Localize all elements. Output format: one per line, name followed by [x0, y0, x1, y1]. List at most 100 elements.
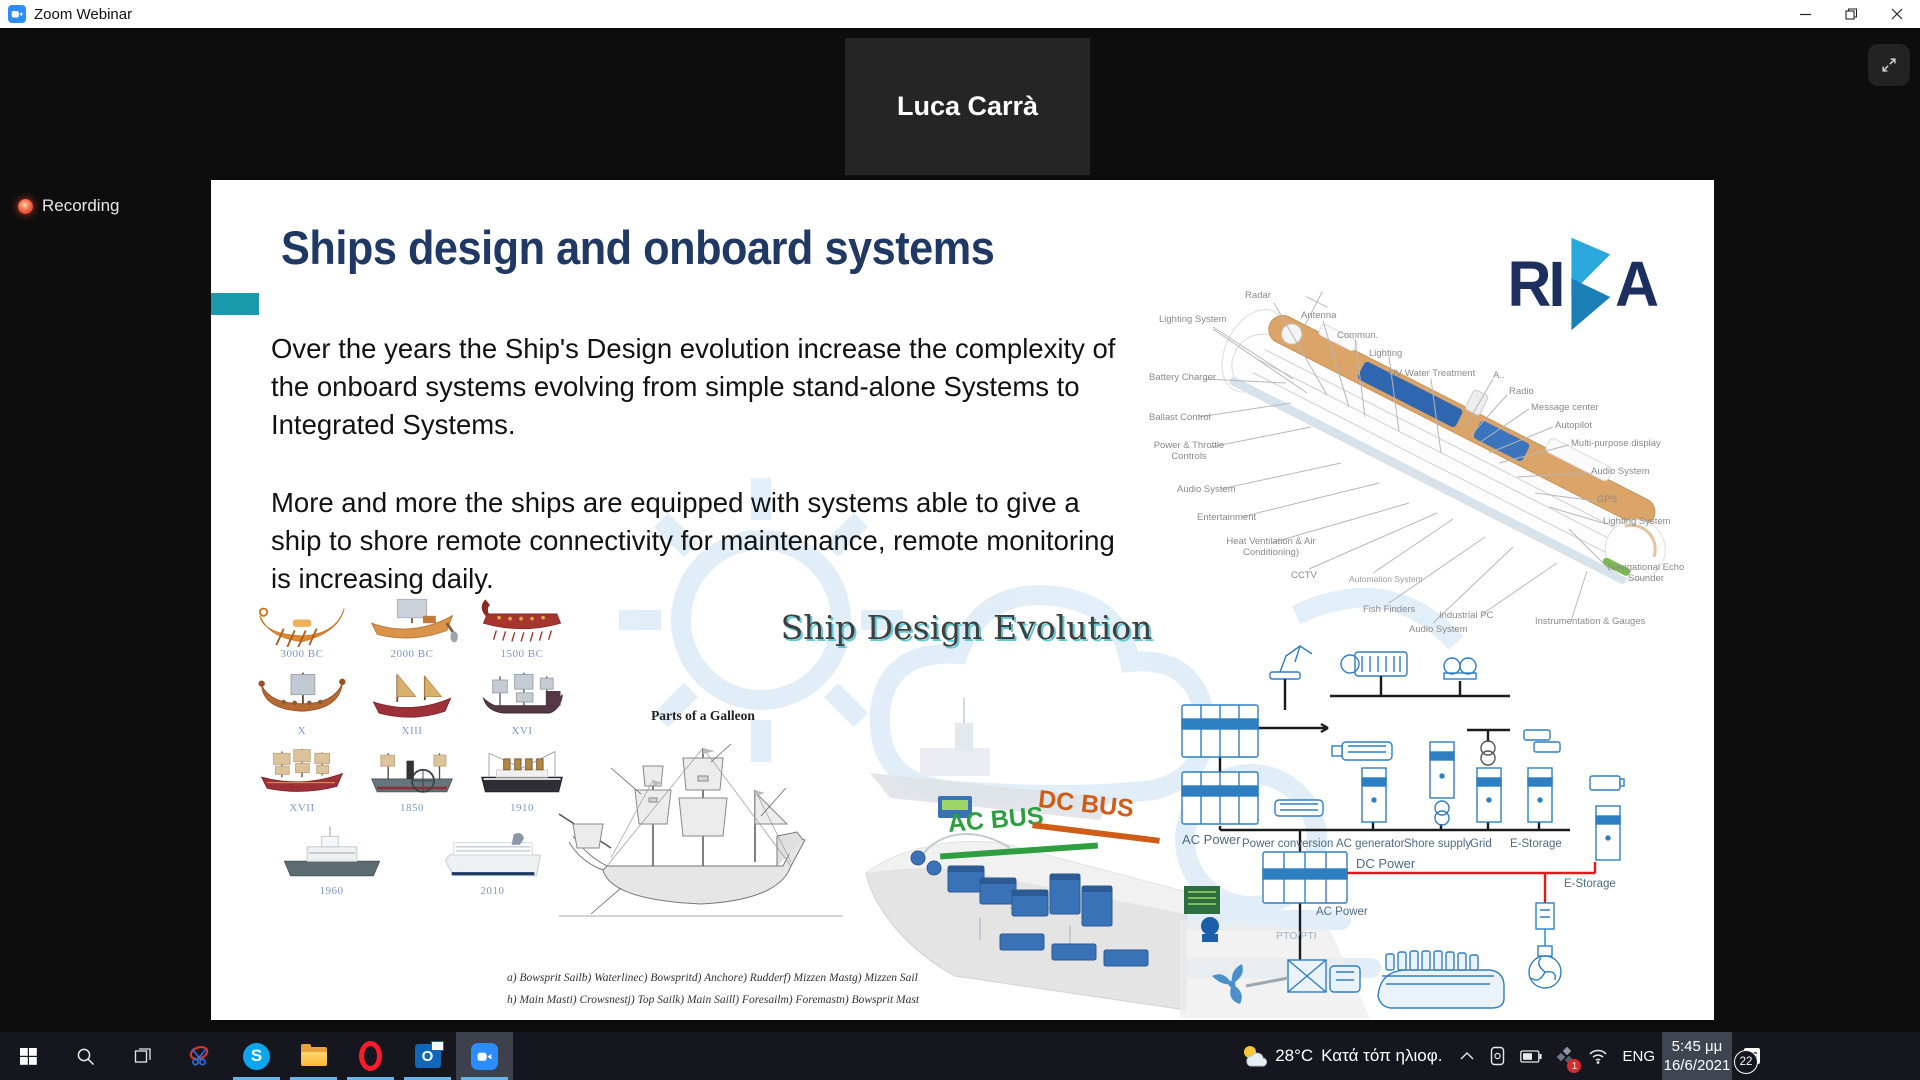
- callout-label: Fish Finders: [1363, 605, 1415, 616]
- restore-button[interactable]: [1828, 0, 1874, 28]
- callout-label: Lighting: [1369, 349, 1402, 360]
- ac-power-label: AC Power: [1316, 906, 1368, 918]
- rina-logo-letters-right: A: [1615, 252, 1656, 316]
- snipping-tool-button[interactable]: [171, 1032, 228, 1080]
- screen: Zoom Webinar Luca Carrà Recording: [0, 0, 1920, 1080]
- speaker-name: Luca Carrà: [897, 91, 1038, 122]
- power-label: E-Storage: [1510, 838, 1562, 850]
- callout-label: Audio System: [1591, 467, 1650, 478]
- era-label: 3000 BC: [281, 648, 324, 660]
- taskbar-clock[interactable]: 5:45 μμ 16/6/2021: [1662, 1032, 1732, 1080]
- legend-item: e) Rudder: [738, 972, 784, 984]
- era-label: 1910: [510, 802, 534, 814]
- legend-item: b) Waterline: [582, 972, 639, 984]
- callout-label: Battery Charger: [1149, 373, 1216, 384]
- device-icon: [1489, 1046, 1506, 1066]
- era-label: 1500 BC: [501, 648, 544, 660]
- galleon-drawing: [551, 728, 851, 958]
- language-indicator[interactable]: ENG: [1615, 1032, 1662, 1080]
- medieval-lateen-ship-icon: [366, 669, 458, 724]
- ship-design-evolution-heading: Ship Design Evolution: [709, 608, 1224, 647]
- callout-label: Entertainment: [1197, 513, 1256, 524]
- era-cell: 2000 BC: [361, 592, 463, 660]
- egyptian-sailboat-icon: [366, 592, 458, 647]
- tray-chevron-button[interactable]: [1452, 1032, 1482, 1080]
- windows-taskbar: S O 28°C Κατά τόπ ηλιοφ.: [0, 1032, 1920, 1080]
- callout-label: UV Water Treatment: [1389, 369, 1475, 380]
- era-cell: XVI: [471, 669, 573, 737]
- recording-label: Recording: [42, 196, 120, 216]
- legend-item: h) Main Mast: [507, 994, 570, 1006]
- skype-button[interactable]: S: [228, 1032, 285, 1080]
- task-view-button[interactable]: [114, 1032, 171, 1080]
- era-cell: X: [251, 669, 353, 737]
- era-cell: 2010: [418, 822, 568, 897]
- ancient-reed-boat-icon: [256, 592, 348, 647]
- your-phone-tray-icon[interactable]: [1482, 1032, 1513, 1080]
- era-label: 2000 BC: [391, 648, 434, 660]
- power-label: Power conversion: [1242, 838, 1333, 850]
- galleon-legend-row: h) Main Mast i) Crowsnest j) Top Sail k)…: [507, 994, 903, 1006]
- e-storage-label: E-Storage: [1564, 878, 1616, 890]
- legend-item: i) Crowsnest: [570, 994, 628, 1006]
- era-cell: XIII: [361, 669, 463, 737]
- callout-label: Lighting System: [1159, 315, 1227, 326]
- legend-item: k) Main Sail: [675, 994, 732, 1006]
- speaker-name-tile: Luca Carrà: [845, 38, 1090, 175]
- outlook-button[interactable]: O: [399, 1032, 456, 1080]
- power-diagram-drawing: [1180, 620, 1680, 1018]
- wifi-tray-icon[interactable]: [1581, 1032, 1615, 1080]
- legend-item: d) Anchor: [692, 972, 738, 984]
- action-center-button[interactable]: 22: [1732, 1032, 1772, 1080]
- power-system-diagram: AC Power Power conversion AC generator S…: [1180, 620, 1680, 1018]
- window-title: Zoom Webinar: [34, 6, 132, 23]
- minimize-button[interactable]: [1782, 0, 1828, 28]
- close-button[interactable]: [1874, 0, 1920, 28]
- era-label: X: [298, 725, 306, 737]
- battery-tray-icon[interactable]: [1513, 1032, 1549, 1080]
- rina-logo-n-icon: [1564, 236, 1614, 332]
- webinar-stage: Luca Carrà Recording S: [0, 28, 1920, 1032]
- envelope-icon: [431, 1041, 444, 1051]
- era-label: 1960: [320, 885, 344, 897]
- callout-label: A..: [1493, 371, 1505, 382]
- windows-logo-icon: [20, 1048, 37, 1065]
- era-cell: XVII: [251, 746, 353, 814]
- start-button[interactable]: [0, 1032, 57, 1080]
- file-explorer-icon: [301, 1047, 327, 1066]
- callout-label: Ballast Control: [1149, 413, 1211, 424]
- callout-label: Commun.: [1337, 331, 1378, 342]
- legend-item: c) Bowsprit: [639, 972, 692, 984]
- snipping-tool-icon: [189, 1045, 211, 1067]
- partly-sunny-icon: [1239, 1042, 1267, 1070]
- fullscreen-expand-button[interactable]: [1868, 44, 1910, 86]
- weather-widget[interactable]: 28°C Κατά τόπ ηλιοφ.: [1229, 1042, 1452, 1070]
- power-label: AC Power: [1182, 832, 1241, 847]
- teal-accent-bar: [211, 293, 259, 315]
- outlook-icon: O: [415, 1044, 441, 1068]
- update-tray-icon[interactable]: 1: [1549, 1032, 1581, 1080]
- legend-item: l) Foresail: [732, 994, 780, 1006]
- galley-icon: [476, 592, 568, 647]
- skype-icon: S: [243, 1043, 270, 1070]
- opera-icon: [359, 1041, 382, 1071]
- callout-label: Radio: [1509, 387, 1534, 398]
- callout-label: Power & Throttle Controls: [1147, 441, 1231, 463]
- opera-button[interactable]: [342, 1032, 399, 1080]
- era-cell: 3000 BC: [251, 592, 353, 660]
- ac-dc-bus-ship-diagram: AC BUS DC BUS: [860, 678, 1190, 1015]
- era-label: 1850: [400, 802, 424, 814]
- recording-dot-icon: [18, 199, 33, 214]
- callout-label: Radar: [1245, 291, 1271, 302]
- expand-icon: [1879, 55, 1899, 75]
- zoom-taskbar-button[interactable]: [456, 1032, 513, 1080]
- wifi-icon: [1588, 1049, 1608, 1064]
- search-button[interactable]: [57, 1032, 114, 1080]
- bus-ship-drawing: [860, 678, 1190, 1015]
- file-explorer-button[interactable]: [285, 1032, 342, 1080]
- weather-temp: 28°C: [1275, 1046, 1313, 1066]
- era-label: XVI: [511, 725, 532, 737]
- era-cell: 1850: [361, 746, 463, 814]
- era-cell: 1960: [257, 822, 407, 897]
- callout-label: Multi-purpose display: [1571, 439, 1661, 450]
